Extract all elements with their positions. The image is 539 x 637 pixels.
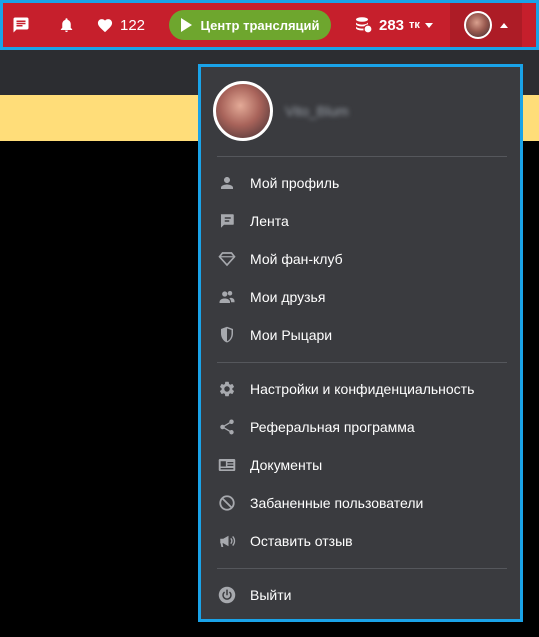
bell-icon[interactable] (56, 14, 76, 36)
broadcast-center-label: Центр трансляций (200, 17, 320, 33)
megaphone-icon (217, 531, 237, 551)
user-menu-toggle[interactable] (450, 3, 522, 47)
menu-item-feed[interactable]: Лента (217, 204, 513, 238)
top-navigation-bar: 122 Центр трансляций 283 тк (0, 0, 539, 50)
divider (217, 568, 507, 569)
menu-item-settings[interactable]: Настройки и конфиденциальность (217, 372, 513, 406)
likes-counter[interactable]: 122 (96, 14, 145, 36)
menu-item-my-profile[interactable]: Мой профиль (217, 166, 513, 200)
menu-item-label: Оставить отзыв (250, 533, 353, 549)
broadcast-center-button[interactable]: Центр трансляций (169, 10, 331, 40)
menu-item-banned-users[interactable]: Забаненные пользователи (217, 486, 513, 520)
play-icon (181, 18, 193, 32)
username: Vito_Blum (285, 103, 349, 119)
menu-item-documents[interactable]: Документы (217, 448, 513, 482)
chevron-up-icon (500, 22, 508, 28)
menu-item-label: Мои Рыцари (250, 327, 333, 343)
likes-count: 122 (120, 16, 146, 34)
menu-item-label: Реферальная программа (250, 419, 415, 435)
menu-item-friends[interactable]: Мои друзья (217, 280, 513, 314)
avatar (464, 11, 492, 39)
power-icon (217, 585, 237, 605)
menu-item-logout[interactable]: Выйти (217, 578, 513, 612)
menu-item-fan-club[interactable]: Мой фан-клуб (217, 242, 513, 276)
tokens-balance[interactable]: 283 тк (355, 13, 433, 37)
shield-icon (217, 325, 237, 345)
menu-item-label: Лента (250, 213, 289, 229)
tokens-amount: 283 (379, 16, 405, 34)
diamond-icon (217, 249, 237, 269)
menu-item-label: Мои друзья (250, 289, 326, 305)
friends-icon (217, 287, 237, 307)
divider (217, 362, 507, 363)
menu-item-label: Выйти (250, 587, 292, 603)
avatar-large (213, 81, 273, 141)
feed-icon (217, 211, 237, 231)
ban-icon (217, 493, 237, 513)
user-dropdown-menu: Vito_Blum Мой профиль Лента Мой фан-клуб (198, 64, 523, 622)
share-icon (217, 417, 237, 437)
divider (217, 156, 507, 157)
heart-icon (97, 18, 113, 32)
menu-item-label: Документы (250, 457, 323, 473)
gear-icon (217, 379, 237, 399)
chevron-down-icon (424, 22, 433, 28)
menu-item-label: Настройки и конфиденциальность (250, 381, 475, 397)
menu-item-label: Мой фан-клуб (250, 251, 343, 267)
id-card-icon (217, 455, 237, 475)
menu-item-knights[interactable]: Мои Рыцари (217, 318, 513, 352)
coins-icon (356, 17, 373, 34)
menu-item-feedback[interactable]: Оставить отзыв (217, 524, 513, 558)
chat-bubble-icon[interactable] (11, 14, 31, 36)
menu-item-referral[interactable]: Реферальная программа (217, 410, 513, 444)
person-icon (217, 173, 237, 193)
menu-item-label: Мой профиль (250, 175, 340, 191)
menu-item-label: Забаненные пользователи (250, 495, 424, 511)
tokens-unit: тк (409, 19, 420, 31)
user-profile-header[interactable]: Vito_Blum (213, 81, 349, 141)
